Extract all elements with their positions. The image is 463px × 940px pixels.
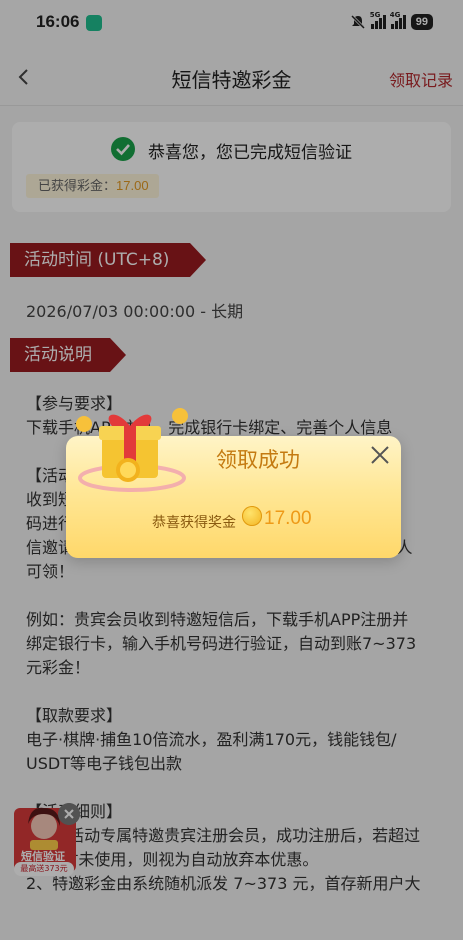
coin-icon bbox=[242, 506, 262, 526]
gift-box-icon bbox=[76, 408, 188, 492]
popup-title: 领取成功 bbox=[216, 448, 300, 472]
popup-amount: 17.00 bbox=[264, 508, 312, 529]
popup-message: 恭喜获得奖金 bbox=[152, 515, 236, 531]
close-icon[interactable] bbox=[367, 442, 393, 468]
